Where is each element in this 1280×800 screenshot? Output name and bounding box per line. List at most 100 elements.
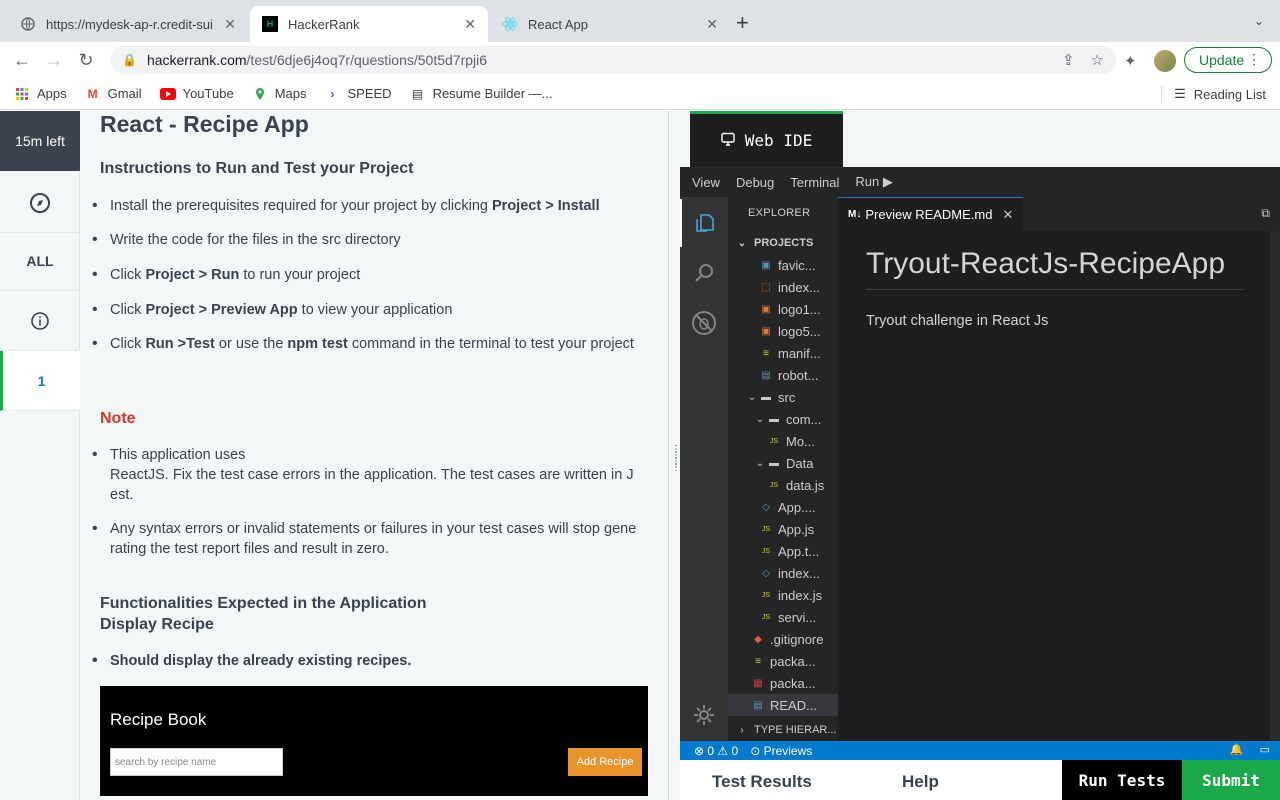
instruction-item: Install the prerequisites required for y…: [92, 196, 640, 216]
update-button[interactable]: Update ⋮: [1184, 47, 1272, 73]
web-ide: View Debug Terminal Run ▶ EXPLORER ⌄ PRO…: [680, 167, 1280, 760]
debug-icon[interactable]: [680, 299, 728, 347]
tree-file[interactable]: ▤ robot...: [728, 364, 838, 386]
compass-icon[interactable]: [0, 173, 80, 233]
tree-item-label: index.js: [778, 587, 823, 603]
tab-search-icon[interactable]: ⌄: [1254, 14, 1264, 28]
document-icon: ▤: [411, 86, 424, 101]
chevron-down-icon: ⌄: [747, 391, 757, 403]
menu-view[interactable]: View: [692, 175, 720, 190]
previews-indicator[interactable]: ⊙ Previews: [750, 744, 812, 758]
bell-icon[interactable]: 🔔: [1230, 743, 1244, 756]
bookmark-speed[interactable]: › SPEED: [324, 86, 391, 102]
close-tab-icon[interactable]: ✕: [706, 16, 718, 33]
search-icon[interactable]: [680, 249, 728, 297]
type-hierarchy-section[interactable]: › TYPE HIERAR...: [728, 719, 838, 741]
tree-file[interactable]: ▣ logo5...: [728, 320, 838, 342]
question-1-button[interactable]: 1: [0, 351, 80, 411]
tree-file[interactable]: ▦ packa...: [728, 672, 838, 694]
resize-handle[interactable]: ⋮ ⋮ ⋮ ⋮: [668, 111, 681, 800]
close-tab-icon[interactable]: ✕: [1002, 207, 1013, 223]
text: to run your project: [239, 267, 361, 283]
extensions-icon[interactable]: ✦: [1124, 52, 1137, 70]
tree-file[interactable]: JS App.js: [728, 518, 838, 540]
settings-gear-icon[interactable]: [680, 691, 728, 739]
image-file-icon: ▣: [761, 303, 771, 315]
menu-run[interactable]: Run ▶: [855, 174, 892, 190]
info-icon[interactable]: [0, 291, 80, 351]
avatar[interactable]: [1154, 50, 1176, 72]
browser-tab-react-app[interactable]: React App ✕: [490, 6, 730, 42]
test-results-tab[interactable]: Test Results: [712, 772, 812, 792]
instruction-item: Click Project > Run to run your project: [92, 265, 640, 285]
error-count: 0: [707, 743, 715, 758]
tree-file[interactable]: JS index.js: [728, 584, 838, 606]
tree-file[interactable]: ▣ logo1...: [728, 298, 838, 320]
tab-title: https://mydesk-ap-r.credit-sui: [46, 16, 213, 32]
bookmark-maps[interactable]: Maps: [252, 86, 306, 102]
all-questions-button[interactable]: ALL: [0, 231, 80, 291]
text: Click: [110, 336, 146, 352]
editor-tab-readme-preview[interactable]: M↓ Preview README.md ✕: [838, 197, 1024, 231]
editor-scrollbar[interactable]: [1270, 231, 1280, 741]
new-tab-button[interactable]: +: [736, 12, 749, 34]
tree-file[interactable]: JS servi...: [728, 606, 838, 628]
browser-tab-hackerrank[interactable]: H HackerRank ✕: [250, 6, 488, 42]
tree-file[interactable]: ≡ manif...: [728, 342, 838, 364]
tree-file[interactable]: ≡ packa...: [728, 650, 838, 672]
instruction-item: Write the code for the files in the src …: [92, 230, 640, 250]
tree-item-label: logo5...: [778, 323, 821, 339]
close-tab-icon[interactable]: ✕: [224, 16, 236, 33]
readme-paragraph: Tryout challenge in React Js: [866, 313, 1049, 329]
bold-text: Project > Run: [145, 267, 240, 283]
tree-folder[interactable]: ⌄ ▬ Data: [728, 452, 838, 474]
tree-file[interactable]: JS data.js: [728, 474, 838, 496]
bookmark-youtube[interactable]: YouTube: [159, 86, 234, 102]
bookmark-resume-builder[interactable]: ▤ Resume Builder —...: [410, 86, 553, 102]
forward-icon[interactable]: →: [42, 48, 66, 72]
tree-item-label: manif...: [778, 345, 821, 361]
html-file-icon: ⬚: [761, 281, 771, 293]
status-bar: ⊗ 0 ⚠ 0 ⊙ Previews 🔔 ▭: [680, 741, 1280, 760]
url-host: hackerrank.com: [146, 52, 247, 68]
tree-file[interactable]: ◇ index...: [728, 562, 838, 584]
tree-file[interactable]: ⬚ index...: [728, 276, 838, 298]
bookmark-gmail[interactable]: M Gmail: [85, 86, 142, 102]
panel-toggle-icon[interactable]: ▭: [1260, 743, 1270, 756]
explorer-panel: EXPLORER ⌄ PROJECTS ▣ favic... ⬚ index... ▣ l…: [728, 197, 838, 741]
tree-file[interactable]: ▣ favic...: [728, 254, 838, 276]
bookmark-apps[interactable]: Apps: [14, 86, 67, 102]
share-icon[interactable]: ⇪: [1062, 51, 1075, 69]
reload-icon[interactable]: ↻: [74, 48, 98, 72]
close-tab-icon[interactable]: ✕: [464, 16, 476, 33]
tree-item-label: App.t...: [778, 543, 820, 559]
tree-file[interactable]: JS Mo...: [728, 430, 838, 452]
projects-section[interactable]: ⌄ PROJECTS: [728, 232, 838, 254]
web-ide-tab[interactable]: Web IDE: [690, 111, 843, 167]
tree-folder[interactable]: ⌄ ▬ com...: [728, 408, 838, 430]
tree-file[interactable]: ◇ App....: [728, 496, 838, 518]
back-icon[interactable]: ←: [10, 48, 34, 72]
tree-file[interactable]: ▤ READ...: [728, 694, 838, 716]
reading-list[interactable]: ☰ Reading List: [1161, 86, 1266, 102]
note-item: Any syntax errors or invalid statements …: [92, 519, 640, 559]
recipe-app-screenshot: Recipe Book search by recipe name Add Re…: [100, 686, 648, 796]
tree-folder[interactable]: ⌄ ▬ src: [728, 386, 838, 408]
explorer-files-icon[interactable]: [680, 199, 728, 247]
address-bar[interactable]: 🔒 hackerrank.com/test/6dje6j4oq7r/questi…: [110, 46, 1116, 74]
submit-button[interactable]: Submit: [1182, 760, 1280, 800]
browser-tab-mydesk[interactable]: https://mydesk-ap-r.credit-sui ✕: [8, 6, 248, 42]
apps-grid-icon: [14, 86, 30, 102]
split-editor-icon[interactable]: ⧉: [1261, 206, 1270, 221]
question-panel: React - Recipe App Instructions to Run a…: [80, 111, 668, 800]
menu-terminal[interactable]: Terminal: [790, 175, 839, 190]
tree-item-label: favic...: [778, 257, 816, 273]
tree-file[interactable]: ◆ .gitignore: [728, 628, 838, 650]
run-tests-button[interactable]: Run Tests: [1062, 760, 1182, 800]
tree-file[interactable]: JS App.t...: [728, 540, 838, 562]
help-tab[interactable]: Help: [902, 772, 939, 792]
text: or use the: [214, 336, 288, 352]
problems-indicator[interactable]: ⊗ 0 ⚠ 0: [694, 744, 738, 758]
menu-debug[interactable]: Debug: [736, 175, 774, 190]
bookmark-star-icon[interactable]: ☆: [1091, 51, 1104, 69]
